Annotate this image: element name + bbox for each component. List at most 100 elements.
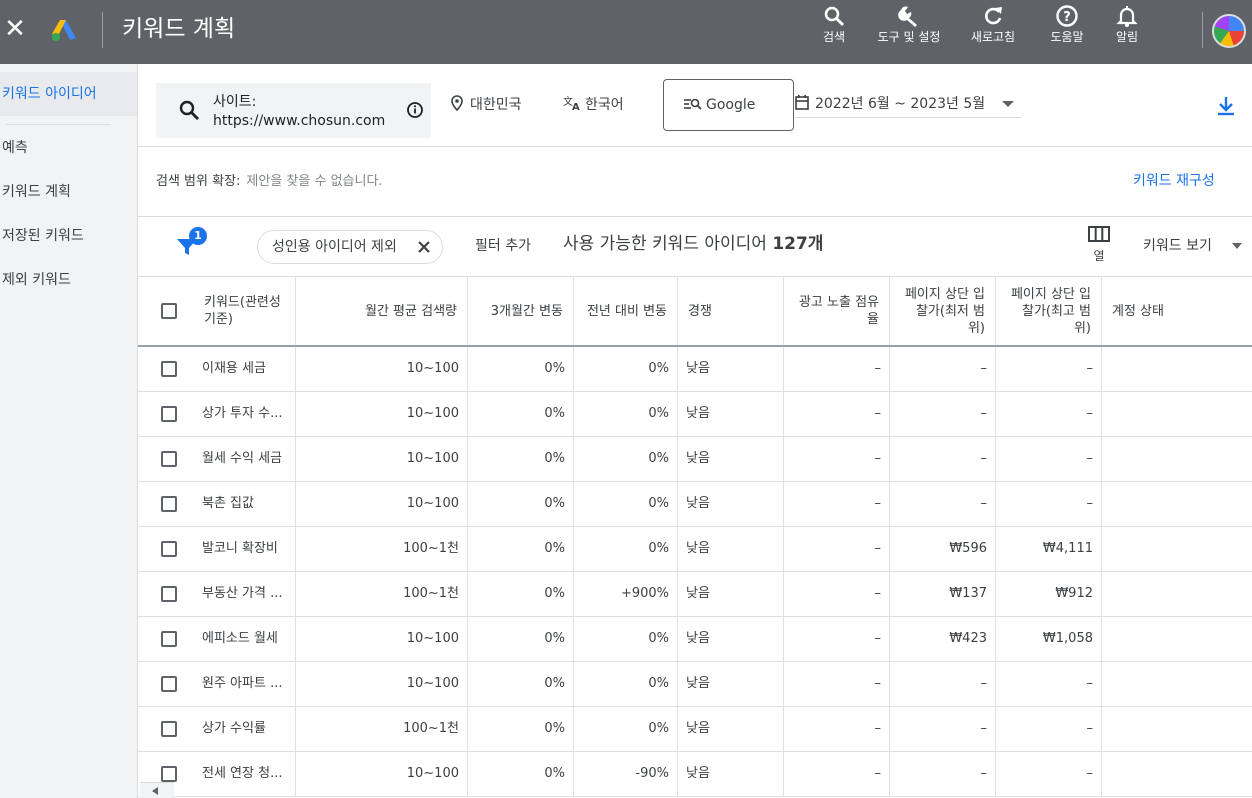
column-three-month-change[interactable]: 3개월간 변동 [468,277,574,345]
column-bid-high[interactable]: 페이지 상단 입찰가(최고 범위) [996,277,1102,345]
row-checkbox[interactable] [161,766,177,782]
close-icon[interactable] [416,239,432,255]
row-checkbox[interactable] [161,586,177,602]
network-selector[interactable]: Google [663,79,794,131]
select-all-checkbox[interactable] [161,303,177,319]
cell-three-month-change: 0% [468,752,574,796]
row-checkbox[interactable] [161,406,177,422]
add-filter-button[interactable]: 필터 추가 [475,236,531,256]
cell-three-month-change: 0% [468,662,574,706]
search-icon [179,100,199,120]
columns-icon [1088,226,1110,242]
column-yoy-change[interactable]: 전년 대비 변동 [574,277,678,345]
column-keyword[interactable]: 키워드(관련성 기준) [194,277,296,345]
topbar-tools-label: 도구 및 설정 [877,30,941,44]
cell-bid-low: – [890,392,996,436]
table-row[interactable]: 원주 아파트 ... 10~100 0% 0% 낮음 – – – [138,662,1252,707]
column-competition[interactable]: 경쟁 [678,277,784,345]
cell-bid-low: ₩423 [890,617,996,661]
refine-keywords-link[interactable]: 키워드 재구성 [1133,171,1215,191]
language-selector[interactable]: 文 A 한국어 [563,95,624,115]
row-checkbox[interactable] [161,541,177,557]
cell-keyword: 상가 투자 수... [194,392,296,436]
sidebar-item-keyword-plan[interactable]: 키워드 계획 [0,170,137,214]
table-row[interactable]: 월세 수익 세금 10~100 0% 0% 낮음 – – – [138,437,1252,482]
table-row[interactable]: 발코니 확장비 100~1천 0% 0% 낮음 – ₩596 ₩4,111 [138,527,1252,572]
info-icon[interactable] [406,101,424,119]
cell-three-month-change: 0% [468,437,574,481]
sidebar-item-saved-keywords[interactable]: 저장된 키워드 [0,214,137,258]
row-checkbox[interactable] [161,721,177,737]
cell-yoy-change: 0% [574,482,678,526]
cell-bid-high: – [996,437,1102,481]
cell-yoy-change: 0% [574,347,678,391]
row-checkbox[interactable] [161,361,177,377]
chevron-down-icon[interactable] [1232,243,1242,249]
cell-keyword: 상가 수익률 [194,707,296,751]
cell-monthly-volume: 10~100 [296,752,468,796]
header-checkbox-cell [138,277,194,345]
cell-monthly-volume: 10~100 [296,392,468,436]
site-search-box[interactable]: 사이트: https://www.chosun.com [156,83,431,138]
cell-bid-high: – [996,707,1102,751]
search-icon [812,4,856,30]
date-range-selector[interactable]: 2022년 6월 ~ 2023년 5월 [795,94,1021,118]
filter-chip-label: 성인용 아이디어 제외 [272,239,397,255]
cell-keyword: 부동산 가격 ... [194,572,296,616]
column-impression-share[interactable]: 광고 노출 점유율 [784,277,890,345]
keyword-view-selector[interactable]: 키워드 보기 [1143,236,1212,256]
cell-account-status [1102,752,1252,796]
chevron-left-icon[interactable] [152,787,158,795]
cell-keyword: 에피소드 월세 [194,617,296,661]
table-row[interactable]: 상가 투자 수... 10~100 0% 0% 낮음 – – – [138,392,1252,437]
topbar-refresh-label: 새로고침 [970,30,1016,44]
topbar-refresh-button[interactable]: 새로고침 [964,4,1022,62]
cell-account-status [1102,572,1252,616]
download-icon[interactable] [1214,94,1238,118]
topbar-divider [1202,12,1203,48]
location-selector[interactable]: 대한민국 [450,95,522,115]
table-row[interactable]: 북촌 집값 10~100 0% 0% 낮음 – – – [138,482,1252,527]
cell-impression-share: – [784,707,890,751]
table-row[interactable]: 이재용 세금 10~100 0% 0% 낮음 – – – [138,347,1252,392]
row-checkbox[interactable] [161,676,177,692]
cell-keyword: 월세 수익 세금 [194,437,296,481]
filter-chip-exclude-adult[interactable]: 성인용 아이디어 제외 [257,230,443,264]
sidebar-item-negative-keywords[interactable]: 제외 키워드 [0,258,137,302]
location-label: 대한민국 [470,97,522,113]
cell-keyword: 원주 아파트 ... [194,662,296,706]
column-monthly-volume[interactable]: 월간 평균 검색량 [296,277,468,345]
expand-label: 검색 범위 확장: [156,174,241,189]
cell-bid-low: ₩596 [890,527,996,571]
topbar-search-button[interactable]: 검색 [812,4,856,62]
row-checkbox[interactable] [161,496,177,512]
topbar-tools-button[interactable]: 도구 및 설정 [874,4,944,62]
close-icon[interactable]: ✕ [4,16,26,42]
table-row[interactable]: 상가 수익률 100~1천 0% 0% 낮음 – – – [138,707,1252,752]
column-account-status[interactable]: 계정 상태 [1102,277,1252,345]
cell-yoy-change: 0% [574,527,678,571]
cell-yoy-change: 0% [574,437,678,481]
row-checkbox[interactable] [161,631,177,647]
row-checkbox[interactable] [161,451,177,467]
avatar[interactable] [1212,14,1246,48]
table-row[interactable]: 부동산 가격 ... 100~1천 0% +900% 낮음 – ₩137 ₩912 [138,572,1252,617]
table-row[interactable]: 에피소드 월세 10~100 0% 0% 낮음 – ₩423 ₩1,058 [138,617,1252,662]
cell-account-status [1102,527,1252,571]
table-row[interactable]: 전세 연장 청... 10~100 0% -90% 낮음 – – – [138,752,1252,797]
topbar-help-button[interactable]: ? 도움말 [1044,4,1090,62]
cell-bid-low: – [890,752,996,796]
horizontal-scrollbar[interactable] [140,782,174,798]
cell-impression-share: – [784,437,890,481]
sidebar-divider [6,124,111,125]
calendar-icon [795,95,809,110]
help-icon: ? [1044,4,1090,30]
cell-keyword: 전세 연장 청... [194,752,296,796]
sidebar-item-keyword-ideas[interactable]: 키워드 아이디어 [0,72,137,116]
columns-button[interactable]: 열 [1086,226,1112,263]
cell-three-month-change: 0% [468,707,574,751]
column-bid-low[interactable]: 페이지 상단 입찰가(최저 범위) [890,277,996,345]
sidebar-item-forecast[interactable]: 예측 [0,126,137,170]
cell-monthly-volume: 100~1천 [296,572,468,616]
topbar-alerts-button[interactable]: 알림 [1110,4,1144,62]
